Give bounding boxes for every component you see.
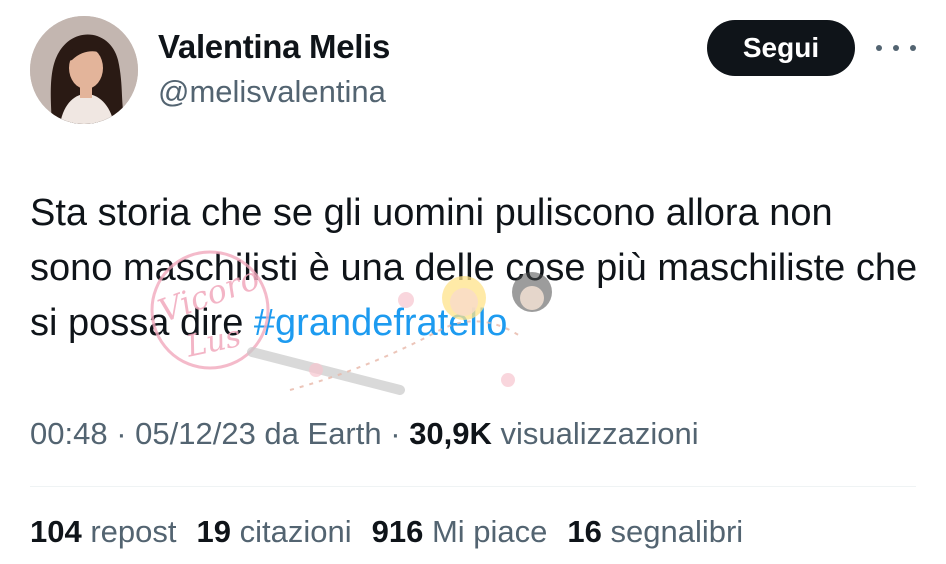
- author-handle[interactable]: @melisvalentina: [158, 74, 386, 110]
- more-icon[interactable]: [876, 34, 916, 62]
- stat-quotes[interactable]: 19 citazioni: [197, 514, 352, 550]
- tweet-date[interactable]: 05/12/23: [135, 416, 256, 451]
- meta-separator: ·: [107, 416, 136, 451]
- stat-label: Mi piace: [423, 514, 548, 549]
- stat-reposts[interactable]: 104 repost: [30, 514, 177, 550]
- views-count: 30,9K: [409, 416, 492, 451]
- stat-likes[interactable]: 916 Mi piace: [372, 514, 548, 550]
- views-label: visualizzazioni: [491, 416, 699, 451]
- avatar-photo: [30, 16, 138, 124]
- stat-count: 16: [567, 514, 602, 549]
- divider: [30, 486, 916, 487]
- tweet-text: Sta storia che se gli uomini puliscono a…: [30, 186, 920, 351]
- stat-count: 916: [371, 514, 424, 549]
- author-name[interactable]: Valentina Melis: [158, 28, 390, 66]
- stat-label: citazioni: [231, 514, 352, 549]
- stat-count: 104: [30, 514, 82, 549]
- hashtag-link[interactable]: #grandefratello: [254, 302, 508, 344]
- follow-button[interactable]: Segui: [707, 20, 855, 76]
- engagement-stats: 104 repost 19 citazioni 916 Mi piace 16 …: [30, 514, 743, 550]
- tweet-meta: 00:48 · 05/12/23 da Earth · 30,9K visual…: [30, 416, 699, 452]
- stat-count: 19: [196, 514, 231, 549]
- stat-bookmarks[interactable]: 16 segnalibri: [567, 514, 743, 550]
- more-dot: [910, 45, 916, 51]
- meta-separator: ·: [381, 416, 410, 451]
- tweet-time[interactable]: 00:48: [30, 416, 108, 451]
- avatar[interactable]: [30, 16, 138, 124]
- stat-label: repost: [81, 514, 177, 549]
- stat-label: segnalibri: [601, 514, 744, 549]
- more-dot: [893, 45, 899, 51]
- tweet-source: da Earth: [255, 416, 382, 451]
- more-dot: [876, 45, 882, 51]
